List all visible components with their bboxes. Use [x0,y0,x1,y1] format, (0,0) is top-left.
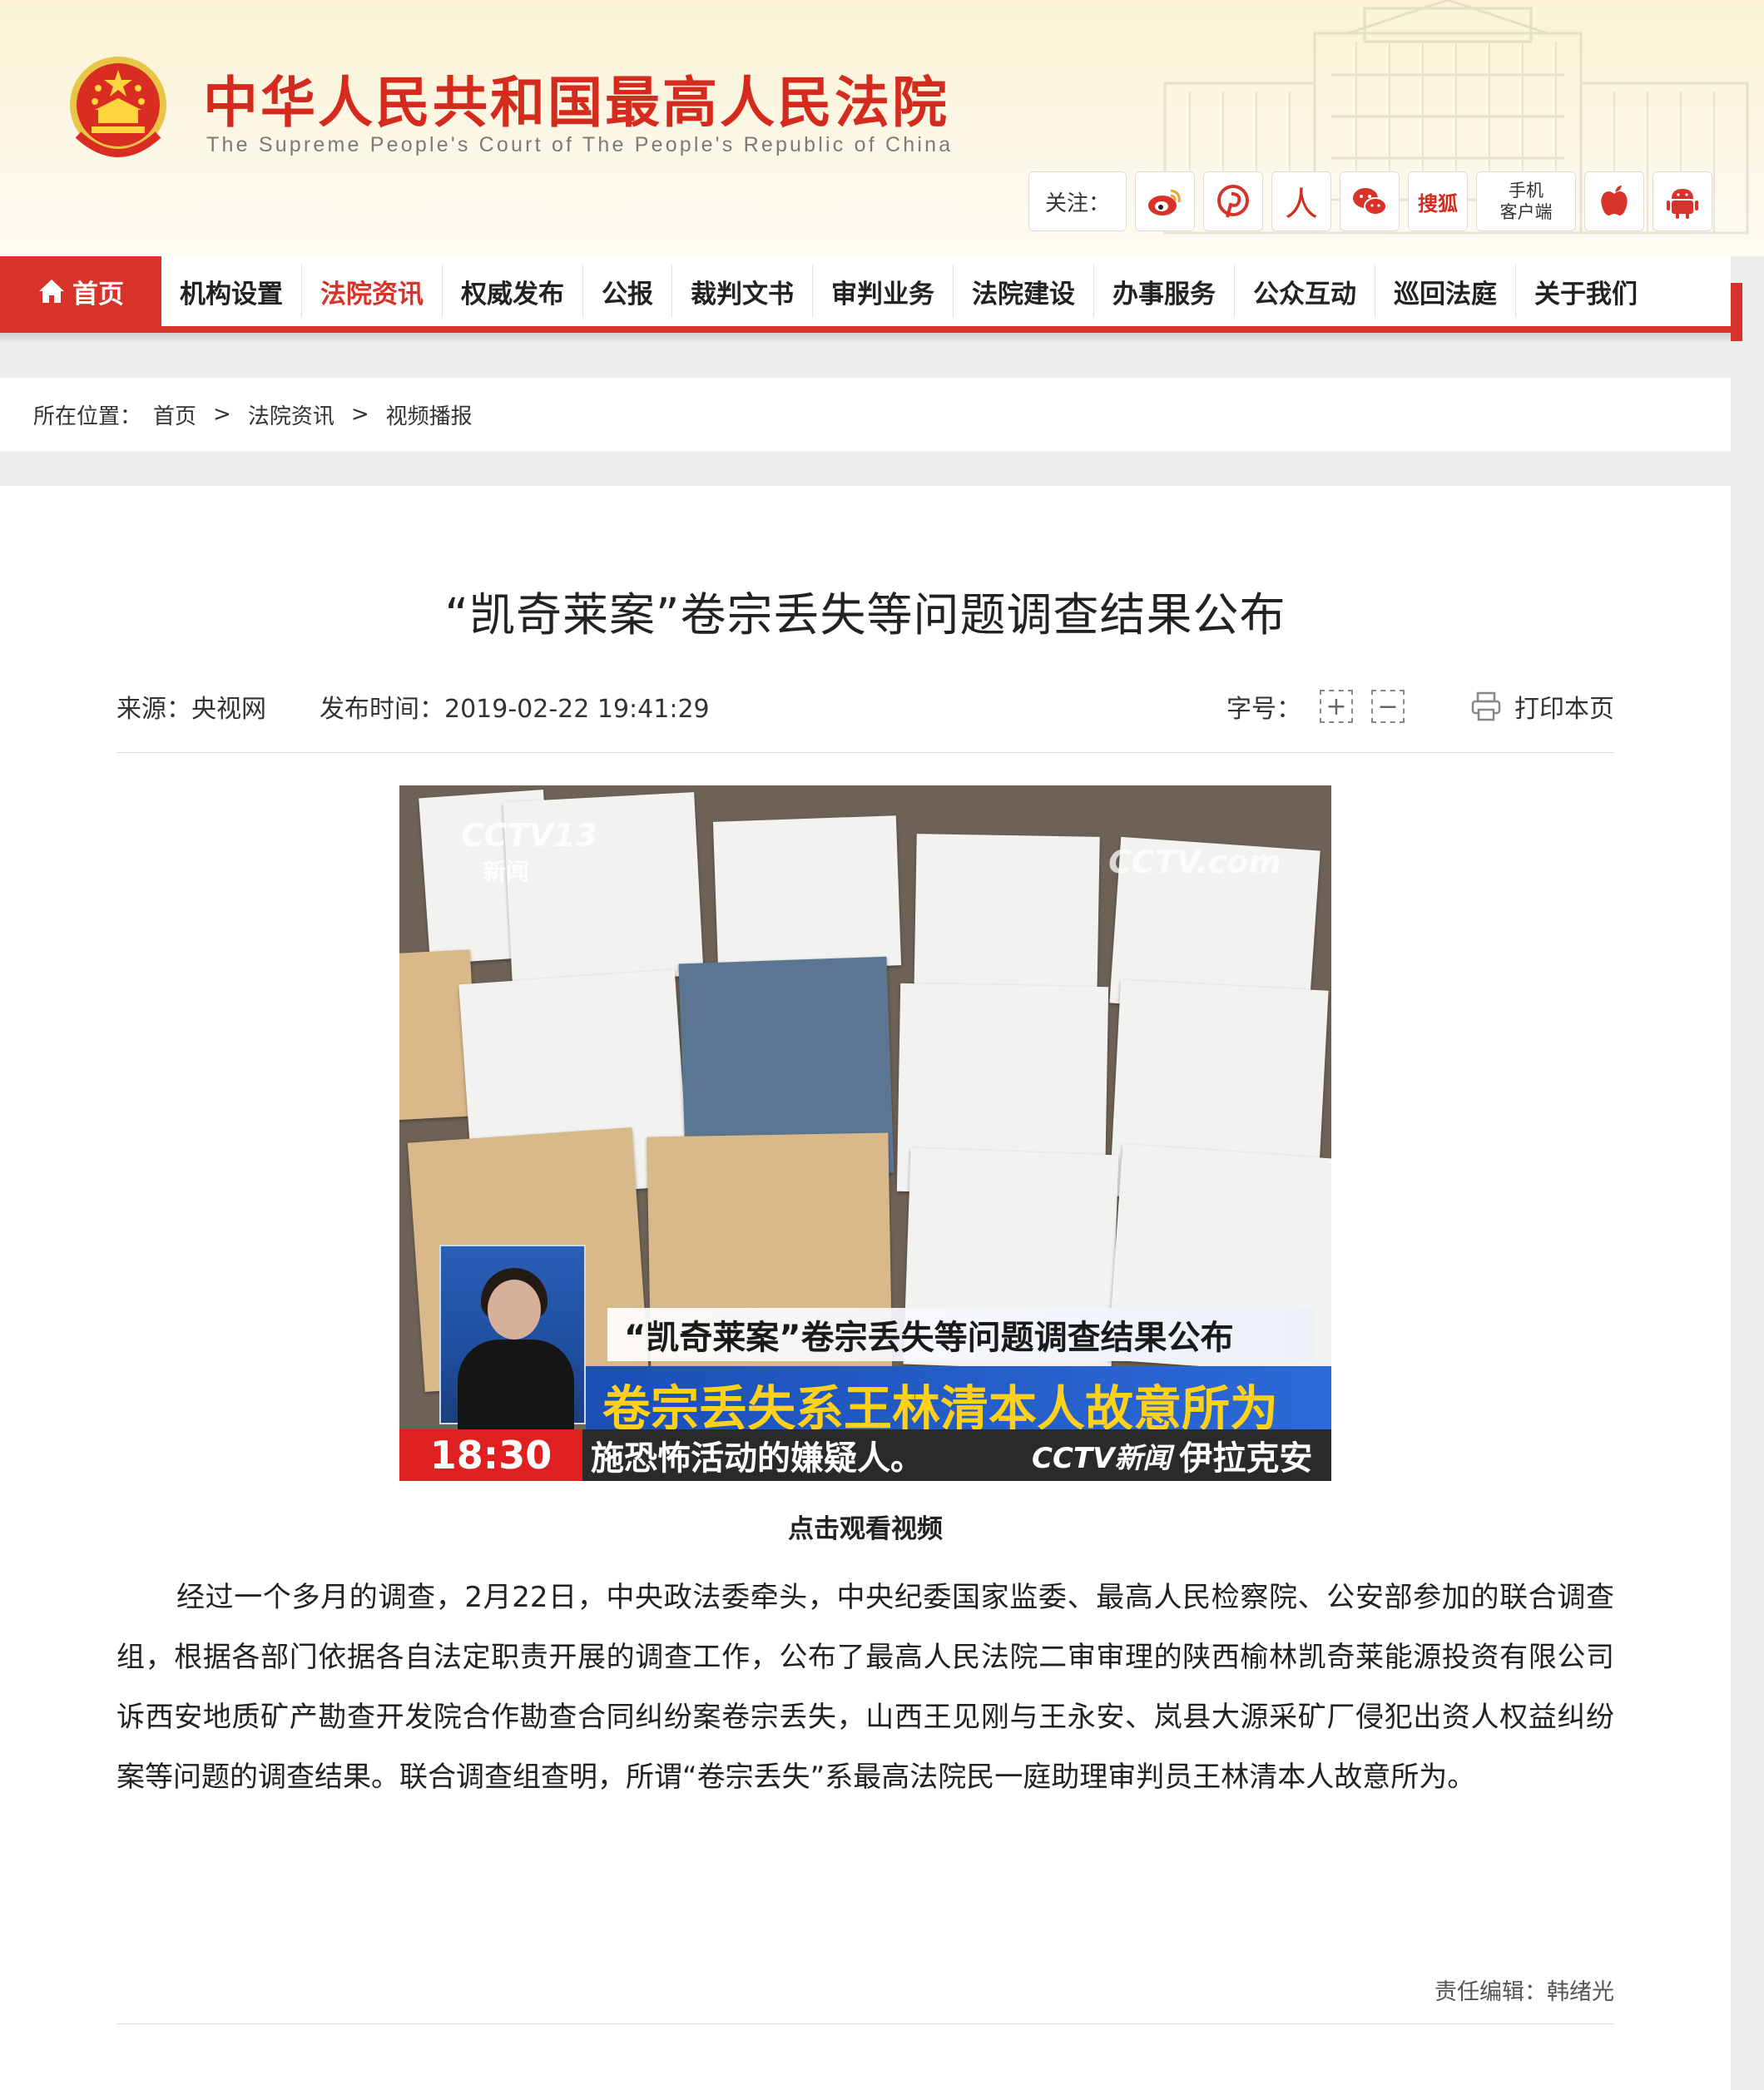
mobile-client-button[interactable]: 手机 客户端 [1476,171,1576,231]
article-bottom-divider [116,2023,1614,2024]
sign-language-anchor [439,1245,586,1431]
follow-bar: 关注： 人 搜狐 手机 客户端 [1028,171,1712,231]
home-icon [39,280,64,303]
apple-icon[interactable] [1584,171,1644,231]
print-button[interactable]: 打印本页 [1469,688,1614,725]
nav-label-home: 首页 [72,279,124,310]
video-caption-headline: “凯奇莱案”卷宗丢失等问题调查结果公布 [607,1308,1315,1361]
nav-edge-accent [1731,283,1742,341]
article-time: 发布时间：2019-02-22 19:41:29 [320,688,710,725]
time-value: 2019-02-22 19:41:29 [444,695,710,724]
main-nav: 首页 机构设置 法院资讯 权威发布 公报 裁判文书 审判业务 法院建设 办事服务… [0,256,1731,333]
cctv-watermark: CCTV.com [1108,844,1281,880]
anchor-face [488,1280,541,1340]
font-decrease-button[interactable]: − [1371,690,1405,723]
nav-item-trial-business[interactable]: 审判业务 [813,256,953,326]
nav-item-institutions[interactable]: 机构设置 [161,256,301,326]
mobile-client-line1: 手机 [1509,181,1544,201]
android-icon[interactable] [1653,171,1712,231]
ticker-time: 18:30 [399,1429,582,1481]
source-value: 央视网 [191,695,266,724]
breadcrumb-separator: > [350,402,369,427]
wechat-icon[interactable] [1340,171,1400,231]
nav-item-circuit-court[interactable]: 巡回法庭 [1375,256,1515,326]
font-size-label: 字号： [1226,695,1301,724]
article-tools: 字号： + − 打印本页 [1226,688,1614,725]
nav-item-judgments[interactable]: 裁判文书 [672,256,812,326]
breadcrumb-separator: > [213,402,231,427]
breadcrumb-item-home[interactable]: 首页 [153,399,196,430]
national-emblem-logo[interactable] [67,55,170,161]
video-document [914,834,1100,1003]
breadcrumb: 所在位置： 首页 > 法院资讯 > 视频播报 [0,378,1731,451]
breadcrumb-item-video[interactable]: 视频播报 [386,399,473,430]
article-title: “凯奇莱案”卷宗丢失等问题调查结果公布 [444,588,1286,641]
video-document [712,815,902,972]
breadcrumb-label: 所在位置： [33,404,142,429]
nav-item-court-news[interactable]: 法院资讯 [302,256,442,326]
article-content: “凯奇莱案”卷宗丢失等问题调查结果公布 来源：央视网 发布时间：2019-02-… [0,486,1731,2090]
sohu-icon[interactable]: 搜狐 [1408,171,1468,231]
cctv-logo-sub: 新闻 [483,858,530,885]
ticker-text-2: 伊拉克安 [1179,1439,1313,1478]
responsible-editor: 责任编辑：韩绪光 [1434,1979,1614,2005]
breadcrumb-item-court-news[interactable]: 法院资讯 [248,399,334,430]
article-meta: 来源：央视网 发布时间：2019-02-22 19:41:29 字号： + − … [116,686,1614,727]
weibo-icon[interactable] [1135,171,1195,231]
site-title[interactable]: 中华人民共和国最高人民法院 [203,58,949,138]
site-subtitle: The Supreme People's Court of The People… [206,133,954,156]
nav-item-services[interactable]: 办事服务 [1094,256,1234,326]
font-increase-button[interactable]: + [1320,690,1353,723]
follow-label: 关注： [1028,171,1127,231]
sohu-glyph: 搜狐 [1418,191,1458,215]
people-glyph: 人 [1285,186,1318,224]
mobile-client-line2: 客户端 [1499,202,1553,222]
printer-icon [1471,691,1501,721]
nav-item-gazette[interactable]: 公报 [583,256,671,326]
time-label: 发布时间： [320,695,444,724]
nav-item-home[interactable]: 首页 [0,256,161,326]
video-player[interactable]: CCTV13 新闻 CCTV.com “凯奇莱案”卷宗丢失等问题调查结果公布 卷… [399,785,1331,1481]
print-label: 打印本页 [1514,695,1614,724]
nav-item-authoritative-release[interactable]: 权威发布 [443,256,582,326]
article-source: 来源：央视网 [116,688,266,725]
news-ticker: 18:30 施恐怖活动的嫌疑人。 CCTV新闻 伊拉克安 [399,1429,1331,1481]
nav-item-public-interaction[interactable]: 公众互动 [1235,256,1375,326]
nav-item-court-building[interactable]: 法院建设 [954,256,1093,326]
ticker-text: 施恐怖活动的嫌疑人。 [591,1439,924,1478]
ticker-logo: CCTV新闻 [1032,1441,1172,1475]
article-body: 经过一个多月的调查，2月22日，中央政法委牵头，中央纪委国家监委、最高人民检察院… [116,1581,1614,1794]
cctv-channel-logo: CCTV13 新闻 [461,817,597,887]
right-gutter [1731,449,1764,2090]
anchor-body [458,1340,574,1431]
site-header: 中华人民共和国最高人民法院 The Supreme People's Court… [0,0,1764,256]
pinterest-icon[interactable] [1203,171,1263,231]
meta-divider [116,752,1614,753]
people-icon[interactable]: 人 [1271,171,1331,231]
source-label: 来源： [116,695,191,724]
nav-item-about-us[interactable]: 关于我们 [1516,256,1656,326]
nav-shadow [0,333,1731,343]
cctv-logo-text: CCTV13 [461,817,597,854]
watch-video-link[interactable]: 点击观看视频 [0,1508,1731,1545]
